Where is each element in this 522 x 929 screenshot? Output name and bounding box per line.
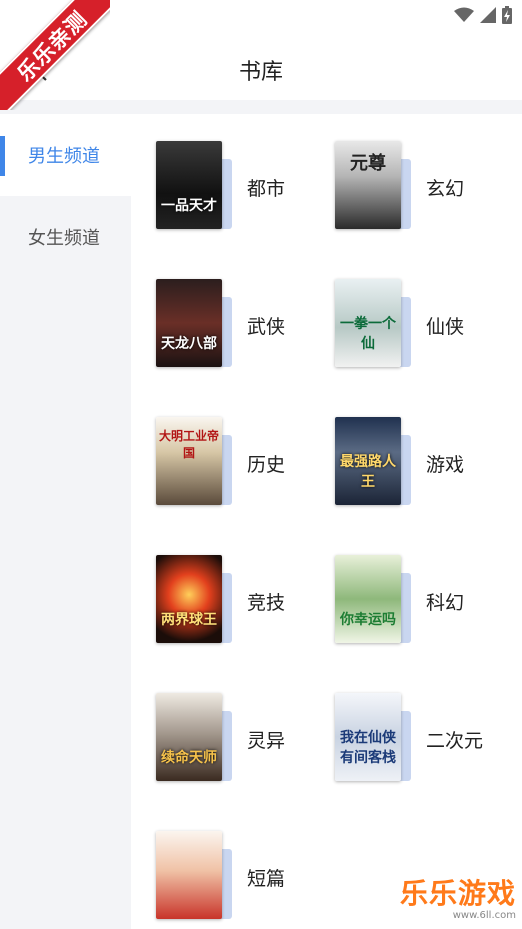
watermark-ribbon-text: 乐乐亲测: [0, 0, 110, 110]
book-cover: 我在仙侠有间客栈: [335, 693, 401, 781]
wifi-icon: [454, 7, 474, 23]
category-item-anime[interactable]: 我在仙侠有间客栈 二次元: [310, 666, 490, 781]
category-label: 都市: [247, 178, 286, 200]
category-label: 武侠: [247, 316, 286, 338]
category-item-xianxia[interactable]: 一拳一个仙 仙侠: [310, 252, 490, 367]
category-item-urban[interactable]: 一品天才 都市: [131, 114, 311, 229]
category-label: 玄幻: [426, 178, 465, 200]
book-cover: 最强路人王: [335, 417, 401, 505]
category-label: 竞技: [247, 592, 286, 614]
channel-sidebar: 男生频道 女生频道: [0, 114, 131, 929]
category-item-fantasy[interactable]: 元尊 玄幻: [310, 114, 490, 229]
category-label: 二次元: [426, 730, 484, 752]
book-cover: 元尊: [335, 141, 401, 229]
category-item-short-stories[interactable]: 短篇: [131, 804, 311, 919]
category-label: 历史: [247, 454, 286, 476]
book-cover: 大明工业帝国: [156, 417, 222, 505]
category-item-supernatural[interactable]: 续命天师 灵异: [131, 666, 311, 781]
book-cover: 一品天才: [156, 141, 222, 229]
category-label: 灵异: [247, 730, 286, 752]
battery-charging-icon: [502, 6, 512, 24]
category-label: 短篇: [247, 868, 286, 890]
category-label: 科幻: [426, 592, 465, 614]
book-cover: 你幸运吗: [335, 555, 401, 643]
watermark-brand: 乐乐游戏: [399, 877, 516, 910]
book-cover: 天龙八部: [156, 279, 222, 367]
cell-signal-icon: [480, 7, 496, 23]
book-cover: 续命天师: [156, 693, 222, 781]
sidebar-item-male-channel[interactable]: 男生频道: [0, 114, 131, 196]
category-item-games[interactable]: 最强路人王 游戏: [310, 390, 490, 505]
category-item-sports[interactable]: 两界球王 竞技: [131, 528, 311, 643]
category-label: 游戏: [426, 454, 465, 476]
category-item-martial-arts[interactable]: 天龙八部 武侠: [131, 252, 311, 367]
category-label: 仙侠: [426, 316, 465, 338]
sidebar-item-label: 女生频道: [28, 228, 100, 249]
sidebar-item-label: 男生频道: [28, 146, 100, 167]
sidebar-item-female-channel[interactable]: 女生频道: [0, 196, 131, 278]
watermark-logo: 乐乐游戏 www.6ll.com: [400, 872, 516, 921]
book-cover: 两界球王: [156, 555, 222, 643]
book-cover: [156, 831, 222, 919]
watermark-ribbon: 乐乐亲测: [0, 0, 110, 110]
category-item-scifi[interactable]: 你幸运吗 科幻: [310, 528, 490, 643]
category-item-history[interactable]: 大明工业帝国 历史: [131, 390, 311, 505]
book-cover: 一拳一个仙: [335, 279, 401, 367]
